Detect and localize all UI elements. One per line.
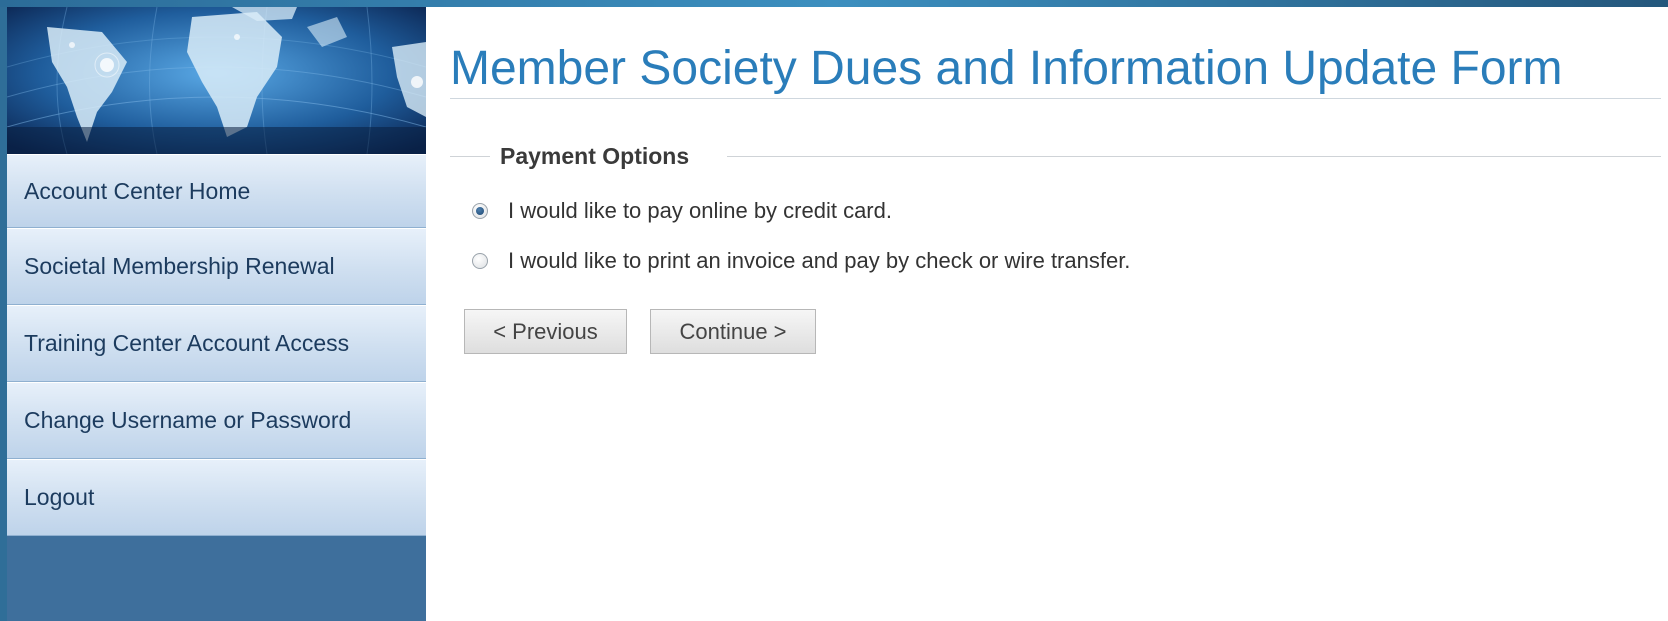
pay-by-invoice-option[interactable]: I would like to print an invoice and pay… [472, 248, 1130, 274]
sidebar-item-logout[interactable]: Logout [7, 459, 426, 536]
pay-online-credit-card-option[interactable]: I would like to pay online by credit car… [472, 198, 892, 224]
pay-by-invoice-radio[interactable] [472, 253, 488, 269]
fieldset-border [450, 156, 490, 157]
sidebar-item-label: Change Username or Password [24, 407, 352, 433]
page-title: Member Society Dues and Information Upda… [450, 42, 1563, 95]
sidebar: Account Center Home Societal Membership … [7, 7, 426, 621]
sidebar-item-training-center-account-access[interactable]: Training Center Account Access [7, 305, 426, 382]
pay-online-credit-card-label: I would like to pay online by credit car… [508, 198, 892, 223]
sidebar-item-label: Training Center Account Access [24, 330, 350, 356]
sidebar-item-label: Logout [24, 484, 95, 510]
globe-icon [7, 7, 426, 154]
title-divider [450, 98, 1661, 99]
pay-online-credit-card-radio[interactable] [472, 203, 488, 219]
sidebar-item-label: Societal Membership Renewal [24, 253, 335, 279]
sidebar-item-label: Account Center Home [24, 177, 251, 204]
previous-button[interactable]: < Previous [464, 309, 627, 354]
sidebar-item-account-center-home[interactable]: Account Center Home [7, 154, 426, 228]
continue-button[interactable]: Continue > [650, 309, 816, 354]
world-map-banner [7, 7, 426, 154]
sidebar-item-societal-membership-renewal[interactable]: Societal Membership Renewal [7, 228, 426, 305]
top-border [0, 0, 1668, 7]
payment-options-legend: Payment Options [500, 143, 690, 169]
sidebar-nav: Account Center Home Societal Membership … [7, 154, 426, 536]
sidebar-item-change-username-or-password[interactable]: Change Username or Password [7, 382, 426, 459]
fieldset-border [727, 156, 1661, 157]
page-frame: Account Center Home Societal Membership … [7, 7, 1668, 621]
pay-by-invoice-label: I would like to print an invoice and pay… [508, 248, 1131, 273]
